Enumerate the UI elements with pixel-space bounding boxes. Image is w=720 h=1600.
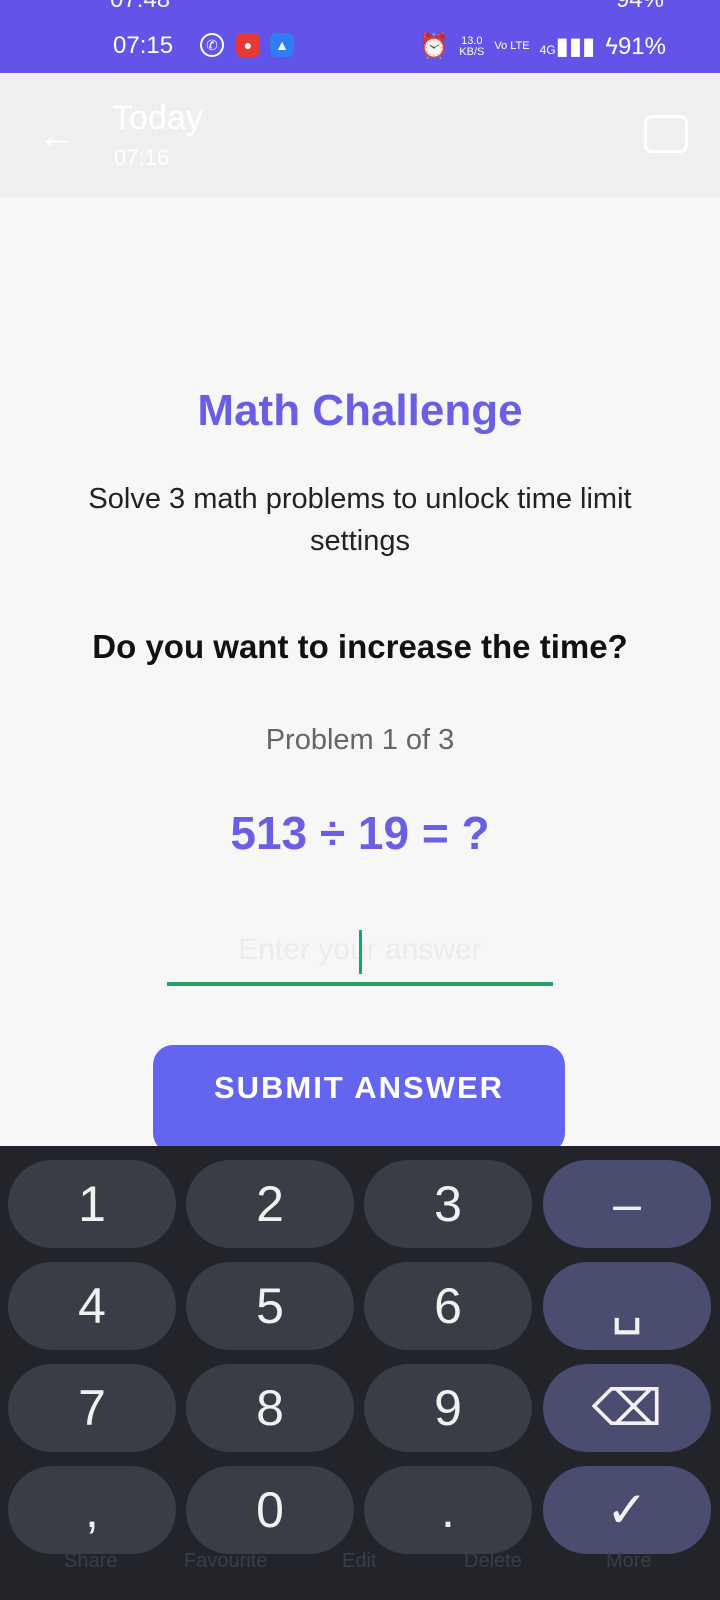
challenge-question: Do you want to increase the time?: [92, 628, 628, 665]
footer-delete: Delete: [464, 1550, 522, 1572]
page-title: Math Challenge: [197, 386, 523, 435]
key-8[interactable]: 8: [186, 1364, 354, 1452]
android-icon: ▲: [270, 33, 294, 57]
text-caret: [359, 930, 362, 974]
signal-icon: 4G▮▮▮: [539, 33, 596, 60]
ghost-battery: 94%: [616, 0, 664, 14]
footer-edit: Edit: [342, 1550, 377, 1572]
network-speed: 13.0 KB/S: [459, 35, 485, 58]
answer-field[interactable]: [167, 918, 553, 986]
submit-answer-button[interactable]: SUBMIT ANSWER: [153, 1045, 565, 1153]
footer-more: More: [606, 1550, 652, 1572]
key-space[interactable]: ␣: [543, 1262, 711, 1350]
key-minus[interactable]: –: [543, 1160, 711, 1248]
key-comma[interactable]: ,: [8, 1466, 176, 1554]
record-icon: ●: [236, 33, 260, 57]
key-1[interactable]: 1: [8, 1160, 176, 1248]
status-time: 07:15: [113, 32, 174, 59]
screen: 07:48 94% 07:15 ✆ ● ▲ ⏰ 13.0 KB/S Vo LTE…: [0, 0, 720, 1600]
math-problem: 513 ÷ 19 = ?: [230, 807, 490, 859]
key-done[interactable]: ✓: [543, 1466, 711, 1554]
key-9[interactable]: 9: [364, 1364, 532, 1452]
key-4[interactable]: 4: [8, 1262, 176, 1350]
charging-icon: ϟ: [605, 32, 618, 60]
battery-status: ϟ91%: [605, 33, 666, 61]
camera-icon: [644, 115, 688, 153]
key-2[interactable]: 2: [186, 1160, 354, 1248]
alarm-icon: ⏰: [419, 33, 450, 60]
speed-unit: KB/S: [459, 45, 485, 58]
whatsapp-icon: ✆: [200, 33, 224, 57]
footer-share: Share: [64, 1550, 118, 1572]
ghost-time: 07:48: [110, 0, 170, 14]
background-subtitle: 07:16: [114, 145, 170, 170]
numeric-keyboard: 1 2 3 – 4 5 6 ␣ 7 8 9 ⌫ , 0 . ✓: [0, 1146, 720, 1600]
problem-progress: Problem 1 of 3: [265, 724, 455, 756]
network-type: 4G: [539, 43, 556, 57]
background-title: Today: [112, 99, 203, 137]
status-bar: 07:48 94% 07:15 ✆ ● ▲ ⏰ 13.0 KB/S Vo LTE…: [0, 0, 720, 73]
challenge-description: Solve 3 math problems to unlock time lim…: [88, 483, 632, 557]
background-header: ← Today 07:16: [0, 73, 720, 197]
back-arrow-icon: ←: [38, 115, 76, 157]
key-6[interactable]: 6: [364, 1262, 532, 1350]
key-period[interactable]: .: [364, 1466, 532, 1554]
volte-badge: Vo LTE: [494, 40, 530, 52]
status-right: ⏰ 13.0 KB/S Vo LTE 4G▮▮▮ ϟ91%: [419, 32, 666, 61]
background-footer: Share Favourite Edit Delete More: [0, 1550, 720, 1590]
key-backspace[interactable]: ⌫: [543, 1364, 711, 1452]
battery-percent: 91%: [617, 32, 666, 60]
ghost-status-row: 07:48 94%: [0, 0, 720, 14]
key-5[interactable]: 5: [186, 1262, 354, 1350]
key-3[interactable]: 3: [364, 1160, 532, 1248]
key-7[interactable]: 7: [8, 1364, 176, 1452]
key-0[interactable]: 0: [186, 1466, 354, 1554]
footer-favourite: Favourite: [184, 1550, 268, 1572]
